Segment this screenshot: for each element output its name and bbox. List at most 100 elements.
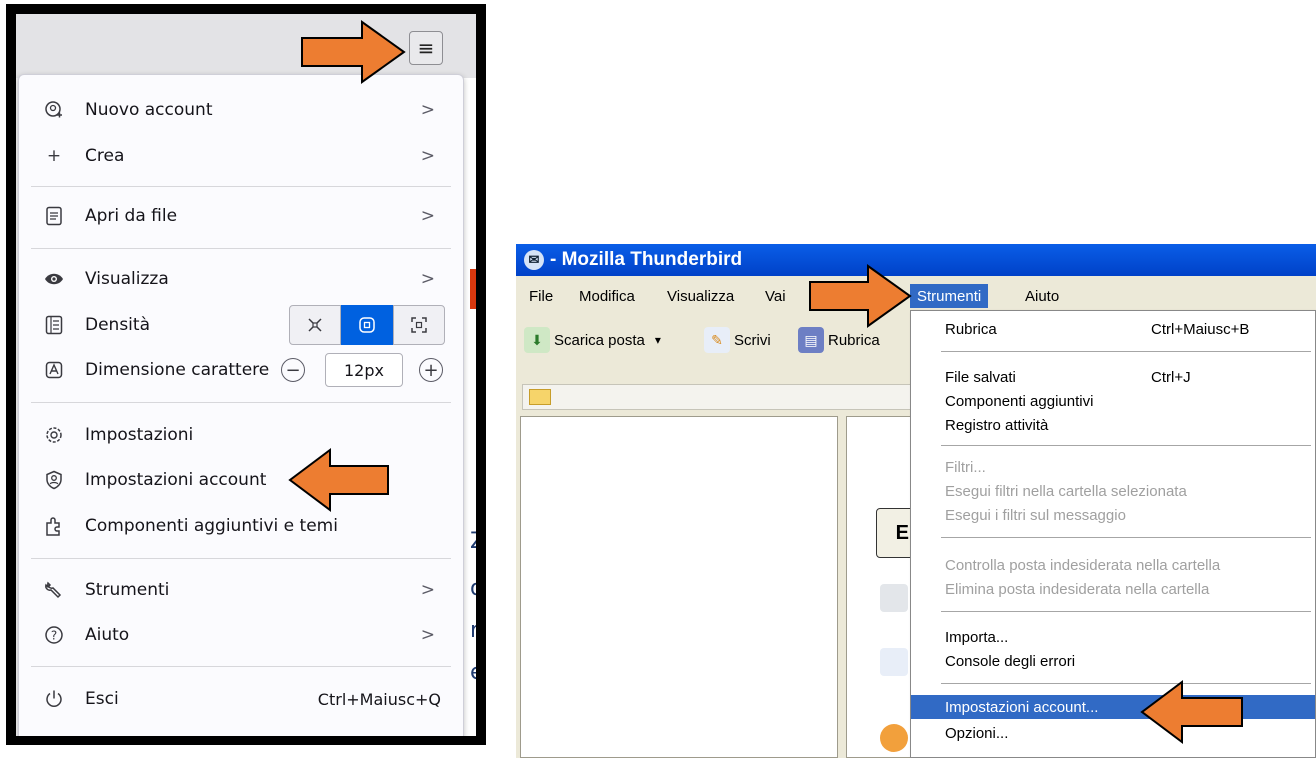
menu-item-label: Strumenti — [85, 580, 170, 600]
eye-icon — [43, 268, 65, 290]
tools-item-address-book[interactable]: Rubrica Ctrl+Maiusc+B — [911, 317, 1315, 341]
address-book-icon: ▤ — [798, 327, 824, 353]
menu-item-label: Densità — [85, 315, 150, 335]
background-peek-1: Zi — [470, 529, 476, 554]
menu-item-view[interactable]: Visualizza > — [19, 259, 463, 299]
density-touch-button[interactable] — [393, 305, 445, 345]
menu-item-label: Apri da file — [85, 206, 178, 226]
menu-item-create[interactable]: + Crea > — [19, 136, 463, 176]
compose-icon: ✎ — [704, 327, 730, 353]
help-icon: ? — [43, 624, 65, 646]
density-compact-button[interactable] — [289, 305, 341, 345]
separator — [31, 248, 451, 249]
app-menu-panel: Nuovo account > + Crea > Apri da file > — [18, 74, 464, 736]
menu-item-new-account[interactable]: Nuovo account > — [19, 90, 463, 130]
density-normal-icon — [359, 317, 375, 333]
tools-item-activity-log[interactable]: Registro attività — [911, 413, 1315, 437]
menu-item-settings[interactable]: Impostazioni — [19, 415, 463, 455]
menu-go[interactable]: Vai — [758, 284, 793, 308]
tools-item-saved-files[interactable]: File salvati Ctrl+J — [911, 365, 1315, 389]
arrow-left-icon — [288, 448, 389, 512]
tools-item-account-settings[interactable]: Impostazioni account... — [911, 695, 1315, 719]
font-size-increase-button[interactable]: + — [419, 358, 443, 382]
menu-item-label: Dimensione carattere — [85, 360, 270, 380]
separator — [31, 666, 451, 667]
left-screenshot-frame: ≡ Zi oi re e Nuovo account > + Crea > — [6, 4, 486, 745]
menu-item-tools[interactable]: Strumenti > — [19, 570, 463, 610]
menu-view[interactable]: Visualizza — [660, 284, 741, 308]
addons-icon — [43, 515, 65, 537]
tools-item-run-filters-message: Esegui i filtri sul messaggio — [945, 506, 1126, 524]
menu-tools[interactable]: Strumenti — [910, 284, 989, 308]
font-size-icon — [43, 359, 65, 381]
title-bar: ✉ - Mozilla Thunderbird — [516, 244, 1316, 276]
download-mail-icon: ⬇ — [524, 327, 550, 353]
menu-bar: File Modifica Visualizza Vai Strumenti A… — [516, 282, 1316, 310]
background-peek-3: re — [470, 618, 476, 643]
tools-item-filters: Filtri... — [945, 458, 986, 476]
power-icon — [43, 688, 65, 710]
folder-pane — [520, 416, 838, 758]
menu-item-font-size: Dimensione carattere − 12px + — [19, 350, 463, 390]
menu-edit[interactable]: Modifica — [572, 284, 642, 308]
account-add-icon — [43, 99, 65, 121]
arrow-left-icon — [1140, 680, 1243, 744]
menu-item-open-file[interactable]: Apri da file > — [19, 196, 463, 236]
mail-icon — [880, 584, 908, 612]
get-mail-button[interactable]: ⬇ Scarica posta ▾ — [524, 326, 661, 354]
separator — [941, 445, 1311, 446]
dropdown-arrow-icon[interactable]: ▾ — [655, 333, 661, 347]
plus-icon: + — [46, 146, 62, 166]
tools-item-delete-junk: Elimina posta indesiderata nella cartell… — [945, 580, 1210, 598]
separator — [941, 683, 1311, 684]
menu-item-quit[interactable]: Esci Ctrl+Maiusc+Q — [19, 679, 463, 719]
density-normal-button[interactable] — [341, 305, 393, 345]
window-title: - Mozilla Thunderbird — [550, 249, 743, 270]
compose-icon — [880, 648, 908, 676]
menu-help[interactable]: Aiuto — [1018, 284, 1066, 308]
separator — [941, 537, 1311, 538]
arrow-right-icon — [301, 20, 406, 84]
tools-item-run-filters-folder: Esegui filtri nella cartella selezionata — [945, 482, 1187, 500]
separator — [31, 186, 451, 187]
menu-item-account-settings[interactable]: Impostazioni account — [19, 460, 463, 500]
menu-item-label: Componenti aggiuntivi e temi — [85, 516, 338, 536]
chevron-right-icon: > — [420, 100, 435, 120]
menu-item-label: Visualizza — [85, 269, 169, 289]
folder-icon — [529, 389, 551, 405]
density-toggle-group — [289, 305, 445, 345]
compose-button[interactable]: ✎ Scrivi — [704, 326, 771, 354]
tools-dropdown-menu: Rubrica Ctrl+Maiusc+B File salvati Ctrl+… — [910, 310, 1316, 758]
tools-item-check-junk: Controlla posta indesiderata nella carte… — [945, 556, 1221, 574]
chevron-right-icon: > — [420, 625, 435, 645]
tools-item-error-console[interactable]: Console degli errori — [911, 649, 1315, 673]
thunderbird-new-window: ≡ Zi oi re e Nuovo account > + Crea > — [16, 14, 476, 736]
separator — [31, 558, 451, 559]
menu-item-label: Nuovo account — [85, 100, 213, 120]
background-red-block — [470, 269, 476, 309]
app-menu-button[interactable]: ≡ — [409, 31, 443, 65]
menu-item-label: Esci — [85, 689, 119, 709]
svg-text:?: ? — [51, 629, 57, 643]
menu-item-help[interactable]: ? Aiuto > — [19, 615, 463, 655]
settings-icon — [43, 424, 65, 446]
density-icon — [43, 314, 65, 336]
menu-item-label: Impostazioni account — [85, 470, 267, 490]
menu-file[interactable]: File — [522, 284, 560, 308]
chevron-right-icon: > — [420, 269, 435, 289]
file-open-icon — [43, 205, 65, 227]
menu-item-label: Aiuto — [85, 625, 130, 645]
tools-item-addons[interactable]: Componenti aggiuntivi — [911, 389, 1315, 413]
menu-item-addons-themes[interactable]: Componenti aggiuntivi e temi — [19, 506, 463, 546]
menu-item-label: Crea — [85, 146, 125, 166]
background-peek-2: oi — [470, 576, 476, 601]
chevron-right-icon: > — [420, 146, 435, 166]
tools-item-options[interactable]: Opzioni... — [911, 721, 1315, 745]
wrench-icon — [43, 579, 65, 601]
tools-item-import[interactable]: Importa... — [911, 625, 1315, 649]
menu-item-shortcut: Ctrl+Maiusc+Q — [317, 689, 441, 709]
chevron-right-icon: > — [420, 580, 435, 600]
thunderbird-logo-icon: ✉ — [524, 250, 544, 270]
address-book-button[interactable]: ▤ Rubrica — [798, 326, 880, 354]
font-size-decrease-button[interactable]: − — [281, 358, 305, 382]
